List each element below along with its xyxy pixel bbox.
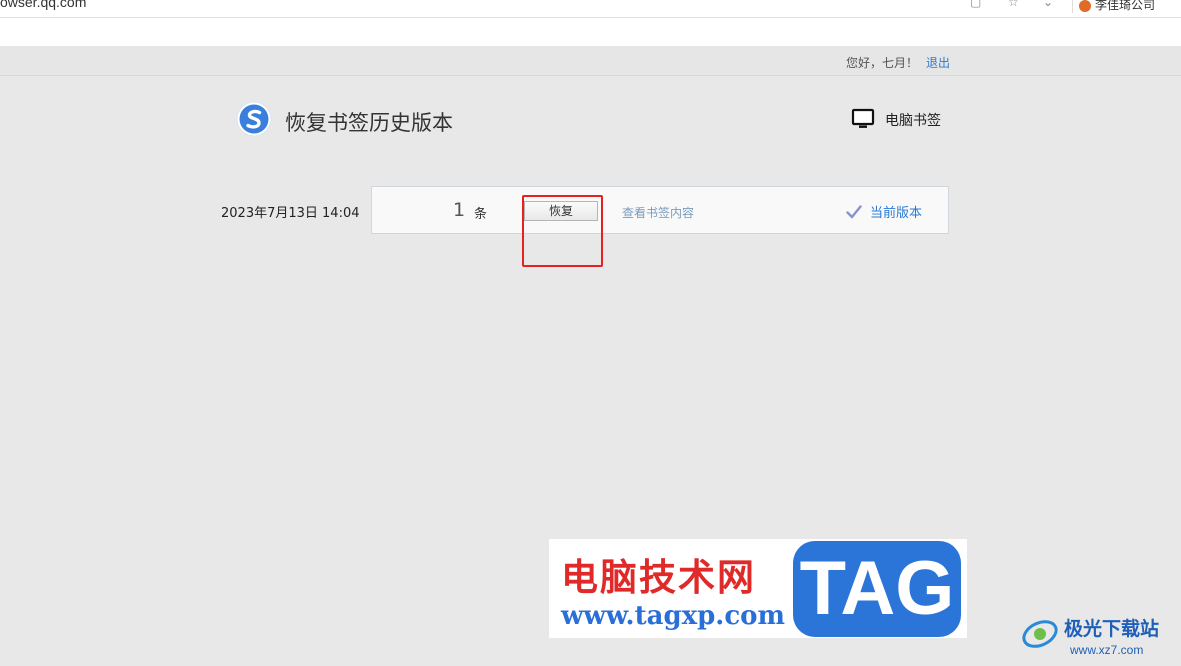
profile-label: 李佳琦公司	[1095, 0, 1156, 12]
chevron-down-icon[interactable]: ⌄	[1043, 0, 1053, 9]
watermark-url: www.tagxp.com	[561, 601, 786, 631]
watermark-tag-logo: TAG	[793, 541, 961, 637]
page-title: 恢复书签历史版本	[285, 111, 453, 135]
bookmark-count-unit: 条	[474, 207, 488, 222]
user-bar: 您好，七月！ 退出	[0, 46, 1181, 76]
checkmark-icon	[846, 205, 862, 219]
view-bookmarks-link[interactable]: 查看书签内容	[622, 204, 694, 221]
sogou-logo-icon	[236, 101, 272, 137]
greeting-text: 您好，七月！	[846, 56, 919, 70]
monitor-icon	[851, 108, 875, 128]
current-version-badge: 当前版本	[846, 202, 922, 221]
star-icon[interactable]: ☆	[1008, 0, 1019, 9]
version-card: 1 条 恢复 查看书签内容 当前版本	[371, 186, 949, 234]
pc-bookmarks-label: 电脑书签	[885, 113, 941, 129]
profile-menu[interactable]: 李佳琦公司	[1072, 0, 1155, 13]
profile-icon	[1079, 0, 1091, 12]
current-version-label: 当前版本	[870, 206, 923, 221]
address-url[interactable]: owser.qq.com	[0, 0, 86, 10]
corner-watermark-text: 极光下载站	[1064, 618, 1160, 640]
toolbar-strip	[0, 18, 1181, 46]
watermark-title: 电脑技术网	[561, 556, 756, 599]
corner-watermark-logo-icon	[1022, 620, 1058, 648]
logout-link[interactable]: 退出	[926, 54, 950, 71]
address-bar[interactable]: owser.qq.com ▢ ☆ ⌄ 李佳琦公司	[0, 0, 1181, 18]
watermark-banner: 电脑技术网 www.tagxp.com TAG	[549, 539, 967, 638]
page-icon[interactable]: ▢	[970, 0, 981, 9]
corner-watermark-url: www.xz7.com	[1070, 643, 1144, 657]
bookmark-count: 1	[453, 199, 466, 221]
annotation-highlight-box	[522, 195, 603, 267]
version-date: 2023年7月13日 14:04	[221, 206, 360, 221]
